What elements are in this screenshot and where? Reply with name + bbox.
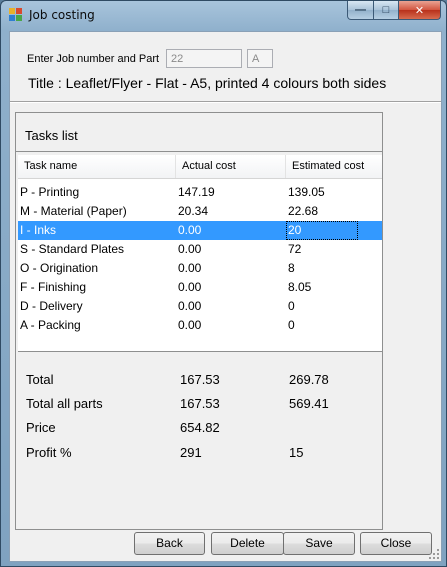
total-all-parts-row: Total all parts 167.53 569.41 [18, 396, 382, 416]
total-actual: 167.53 [180, 372, 220, 387]
actual-cost[interactable]: 20.34 [176, 202, 286, 221]
column-header-task-name[interactable]: Task name [18, 155, 176, 178]
task-row[interactable]: D - Delivery 0.00 0 [18, 297, 382, 316]
tasks-list-title: Tasks list [25, 128, 78, 143]
estimated-cost[interactable]: 139.05 [286, 183, 358, 202]
tasks-panel: Tasks list Task name Actual cost Estimat… [15, 112, 383, 530]
task-name: S - Standard Plates [20, 242, 125, 256]
part-input[interactable] [247, 49, 273, 68]
task-name: F - Finishing [20, 280, 87, 294]
estimated-cost[interactable]: 0 [286, 297, 358, 316]
column-header-estimated-cost[interactable]: Estimated cost [286, 155, 382, 178]
estimated-cost[interactable]: 72 [286, 240, 358, 259]
estimated-cost-editing[interactable]: 20 [286, 221, 358, 240]
job-title: Title : Leaflet/Flyer - Flat - A5, print… [28, 75, 387, 91]
price-value: 654.82 [180, 420, 220, 435]
task-row[interactable]: O - Origination 0.00 8 [18, 259, 382, 278]
list-header: Task name Actual cost Estimated cost [18, 155, 382, 179]
actual-cost[interactable]: 0.00 [176, 240, 286, 259]
profit-row: Profit % 291 15 [18, 445, 382, 465]
close-button[interactable]: Close [360, 532, 432, 555]
client-area: Enter Job number and Part Title : Leafle… [9, 31, 442, 562]
close-icon[interactable]: ✕ [398, 1, 441, 20]
back-button[interactable]: Back [134, 532, 205, 555]
total-row: Total 167.53 269.78 [18, 372, 382, 392]
minimize-icon[interactable]: — [347, 1, 374, 20]
actual-cost[interactable]: 0.00 [176, 297, 286, 316]
maximize-icon[interactable]: □ [373, 1, 399, 20]
title-bar[interactable]: Job costing — □ ✕ [1, 1, 446, 29]
tasks-list[interactable]: Task name Actual cost Estimated cost P -… [18, 155, 382, 352]
total-estimated: 269.78 [289, 372, 329, 387]
price-row: Price 654.82 [18, 420, 382, 440]
task-name: O - Origination [20, 261, 99, 275]
task-name: A - Packing [20, 318, 81, 332]
total-all-parts-actual: 167.53 [180, 396, 220, 411]
task-row[interactable]: S - Standard Plates 0.00 72 [18, 240, 382, 259]
separator [10, 101, 441, 103]
resize-grip-icon[interactable] [429, 549, 439, 559]
task-name: I - Inks [20, 223, 57, 237]
estimated-cost[interactable]: 8 [286, 259, 358, 278]
task-row[interactable]: P - Printing 147.19 139.05 [18, 183, 382, 202]
estimated-cost[interactable]: 0 [286, 316, 358, 335]
actual-cost[interactable]: 147.19 [176, 183, 286, 202]
estimated-cost[interactable]: 22.68 [286, 202, 358, 221]
profit-label: Profit % [26, 445, 72, 460]
totals-section: Total 167.53 269.78 Total all parts 167.… [18, 353, 382, 528]
column-header-actual-cost[interactable]: Actual cost [176, 155, 286, 178]
panel-divider [16, 151, 382, 152]
job-costing-window: Job costing — □ ✕ Enter Job number and P… [0, 0, 447, 567]
app-icon [9, 8, 23, 22]
actual-cost[interactable]: 0.00 [176, 316, 286, 335]
price-label: Price [26, 420, 56, 435]
task-row[interactable]: A - Packing 0.00 0 [18, 316, 382, 335]
task-name: D - Delivery [20, 299, 83, 313]
task-name: P - Printing [20, 185, 80, 199]
job-number-input[interactable] [166, 49, 242, 68]
profit-estimated: 15 [289, 445, 304, 460]
save-button[interactable]: Save [283, 532, 355, 555]
task-row[interactable]: M - Material (Paper) 20.34 22.68 [18, 202, 382, 221]
actual-cost[interactable]: 0.00 [176, 221, 286, 240]
total-all-parts-label: Total all parts [26, 396, 103, 411]
job-number-label: Enter Job number and Part [27, 53, 160, 65]
delete-button[interactable]: Delete [211, 532, 284, 555]
total-all-parts-estimated: 569.41 [289, 396, 329, 411]
profit-actual: 291 [180, 445, 202, 460]
task-row[interactable]: F - Finishing 0.00 8.05 [18, 278, 382, 297]
task-row-selected[interactable]: I - Inks 0.00 20 [18, 221, 382, 240]
actual-cost[interactable]: 0.00 [176, 278, 286, 297]
actual-cost[interactable]: 0.00 [176, 259, 286, 278]
estimated-cost[interactable]: 8.05 [286, 278, 358, 297]
total-label: Total [26, 372, 54, 387]
task-name: M - Material (Paper) [20, 204, 127, 218]
window-title: Job costing [29, 8, 95, 22]
